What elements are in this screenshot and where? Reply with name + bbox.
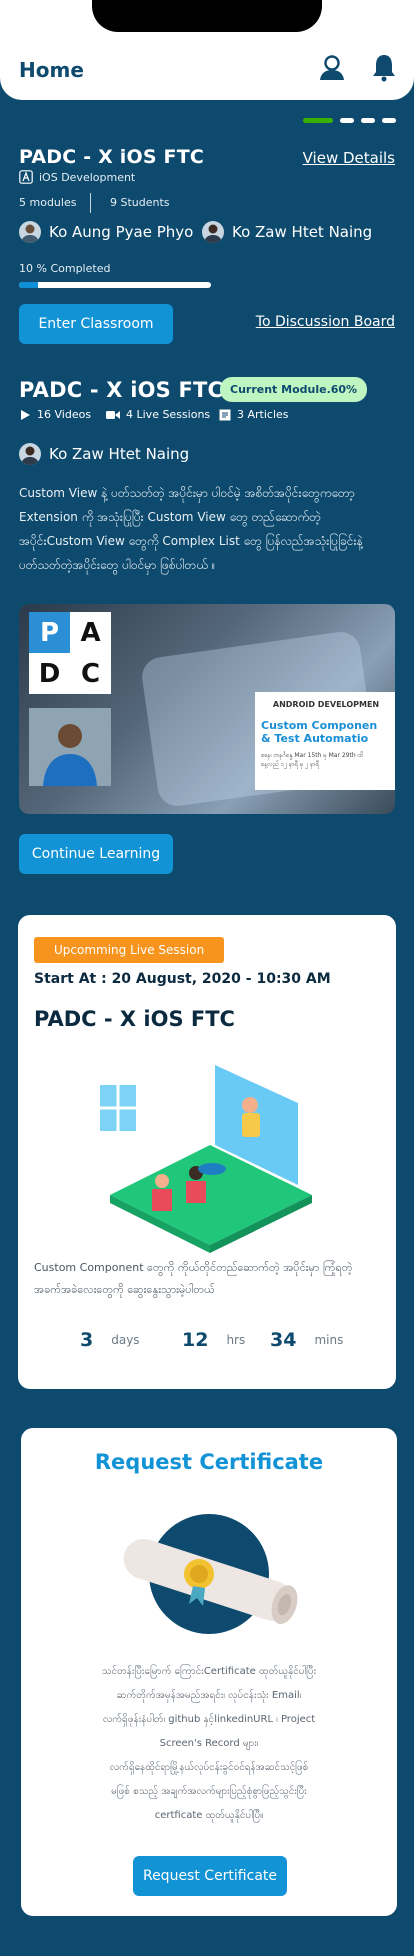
mins-value: 34: [270, 1329, 297, 1351]
carousel-indicator: [303, 118, 396, 123]
live-count: 4 Live Sessions: [126, 408, 211, 421]
instructor-photo: [29, 708, 111, 786]
live-title: PADC - X iOS FTC: [34, 1007, 235, 1031]
view-details-link[interactable]: View Details: [303, 149, 395, 167]
module-description: Custom View နဲ့ ပတ်သတ်တဲ့ အပိုင်းမှာ ပါဝ…: [19, 486, 363, 572]
certificate-card: Request Certificate သင်တန်းပြီးမြောက် ကြ…: [21, 1428, 397, 1916]
bell-icon[interactable]: [369, 52, 399, 82]
meeting-illustration: [100, 1065, 312, 1253]
padc-logo: P A D C: [29, 612, 111, 694]
course-modules: 5 modules: [19, 196, 77, 209]
live-session-tag: Upcomming Live Session: [34, 937, 225, 963]
user-icon[interactable]: [317, 52, 347, 82]
carousel-dot[interactable]: [303, 118, 333, 123]
top-app-bar: Home: [0, 0, 414, 100]
module-banner-image: P A D C ANDROID DEVELOPMEN Custom Compon…: [19, 604, 395, 814]
avatar: [19, 443, 41, 465]
request-certificate-button[interactable]: Request Certificate: [133, 1856, 287, 1896]
avatar: [202, 221, 224, 243]
divider: [90, 193, 91, 213]
module-progress-chip: Current Module.60%: [220, 377, 368, 402]
discussion-board-link[interactable]: To Discussion Board: [256, 314, 395, 330]
videos-count: 16 Videos: [37, 408, 92, 421]
device-notch: [92, 0, 322, 32]
course-progress-bar: [19, 282, 211, 288]
certificate-illustration: [123, 1514, 298, 1634]
course-title: PADC - X iOS FTC: [19, 146, 205, 168]
carousel-dot[interactable]: [382, 118, 396, 123]
play-icon: [21, 409, 30, 420]
avatar: [19, 221, 41, 243]
carousel-dot[interactable]: [361, 118, 375, 123]
video-camera-icon: [106, 410, 120, 419]
teacher-name: Ko Aung Pyae Phyo: [49, 223, 194, 241]
module-teacher: Ko Zaw Htet Naing: [19, 443, 189, 465]
teacher-item: Ko Aung Pyae Phyo: [19, 221, 193, 243]
article-icon: [219, 409, 231, 420]
teacher-name: Ko Zaw Htet Naing: [49, 445, 190, 463]
articles-count: 3 Articles: [237, 408, 289, 421]
live-description: Custom Component တွေကို ကိုယ်တိုင်တည်ဆော…: [34, 1261, 353, 1296]
teacher-item: Ko Zaw Htet Naing: [202, 221, 372, 243]
live-session-card: Upcomming Live Session Start At : 20 Aug…: [18, 915, 396, 1389]
videos-stat: 16 Videos: [19, 408, 91, 421]
page-title: Home: [19, 58, 84, 82]
countdown: 3 days: [80, 1329, 140, 1351]
hours-value: 12: [182, 1329, 209, 1351]
certificate-description: သင်တန်းပြီးမြောက် ကြောင်းCertificate ထုတ…: [101, 1666, 317, 1821]
module-title: PADC - X iOS FTC: [19, 378, 224, 402]
course-category: iOS Development: [19, 170, 135, 184]
course-category-label: iOS Development: [39, 170, 136, 184]
progress-label: 10 % Completed: [19, 262, 111, 275]
carousel-dot[interactable]: [340, 118, 354, 123]
live-start-time: Start At : 20 August, 2020 - 10:30 AM: [34, 971, 331, 987]
mins-label: mins: [314, 1333, 344, 1347]
certificate-title: Request Certificate: [94, 1450, 324, 1474]
progress-fill: [19, 282, 39, 288]
days-label: days: [111, 1333, 140, 1347]
banner-info-card: ANDROID DEVELOPMEN Custom Componen & Tes…: [255, 692, 395, 790]
teacher-name: Ko Zaw Htet Naing: [232, 223, 373, 241]
ios-dev-icon: [19, 170, 33, 184]
continue-learning-button[interactable]: Continue Learning: [19, 834, 173, 874]
course-students: 9 Students: [110, 196, 170, 209]
countdown-hours: 12 hrs: [182, 1329, 245, 1351]
countdown-mins: 34 mins: [270, 1329, 343, 1351]
days-value: 3: [80, 1329, 94, 1351]
enter-classroom-button[interactable]: Enter Classroom: [19, 304, 173, 344]
articles-stat: 3 Articles: [219, 408, 289, 421]
live-stat: 4 Live Sessions: [106, 408, 210, 421]
hours-label: hrs: [226, 1333, 246, 1347]
